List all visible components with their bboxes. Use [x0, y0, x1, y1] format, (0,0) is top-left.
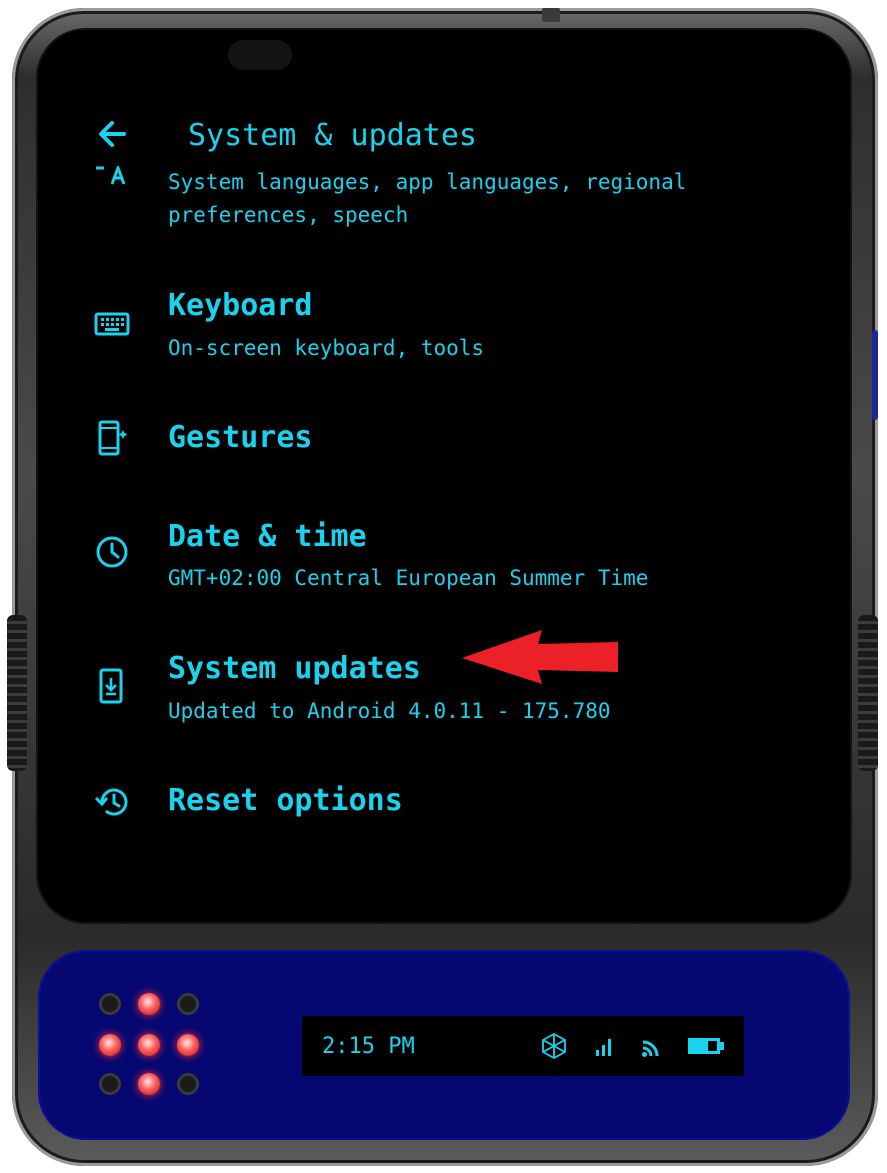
device-top-button [542, 8, 560, 22]
wifi-icon [642, 1040, 659, 1057]
status-bar: 2:15 PM [302, 1016, 744, 1076]
led-on [99, 1034, 121, 1056]
side-button [872, 330, 878, 420]
signal-bars-icon [596, 1039, 611, 1056]
led-off [99, 993, 121, 1015]
list-item-title: System updates [168, 651, 421, 686]
led-on [177, 1034, 199, 1056]
gestures-phone-icon [94, 420, 130, 456]
cube-icon [542, 1032, 566, 1060]
system-update-icon [94, 668, 130, 704]
list-item-subtitle: Updated to Android 4.0.11 - 175.780 [168, 699, 611, 723]
right-side-grip [858, 615, 878, 771]
annotation-arrow [460, 630, 620, 686]
list-item-title: Reset options [168, 783, 403, 818]
led-on [138, 1034, 160, 1056]
list-item-subtitle: System languages, app languages, regiona… [168, 170, 687, 194]
list-item-title: Keyboard [168, 288, 313, 323]
led-on [138, 993, 160, 1015]
list-item-subtitle: preferences, speech [168, 203, 409, 227]
list-item-title: Gestures [168, 420, 313, 455]
list-item-subtitle: GMT+02:00 Central European Summer Time [168, 566, 649, 590]
battery-icon [688, 1038, 724, 1054]
status-clock: 2:15 PM [322, 1034, 415, 1059]
led-off [99, 1073, 121, 1095]
front-camera [228, 40, 292, 70]
keyboard-icon [94, 306, 130, 342]
led-on [138, 1073, 160, 1095]
list-item-subtitle: On-screen keyboard, tools [168, 336, 485, 360]
clock-icon [94, 534, 130, 570]
history-icon [94, 784, 130, 820]
page-title: System & updates [188, 118, 477, 153]
led-off [177, 1073, 199, 1095]
settings-screen: System & updates System languages, app l… [38, 30, 850, 922]
translate-icon [94, 163, 130, 186]
left-side-grip [7, 615, 27, 771]
back-button[interactable] [94, 114, 134, 154]
led-off [177, 993, 199, 1015]
list-item-title: Date & time [168, 519, 367, 554]
arrow-left-icon [99, 121, 126, 147]
